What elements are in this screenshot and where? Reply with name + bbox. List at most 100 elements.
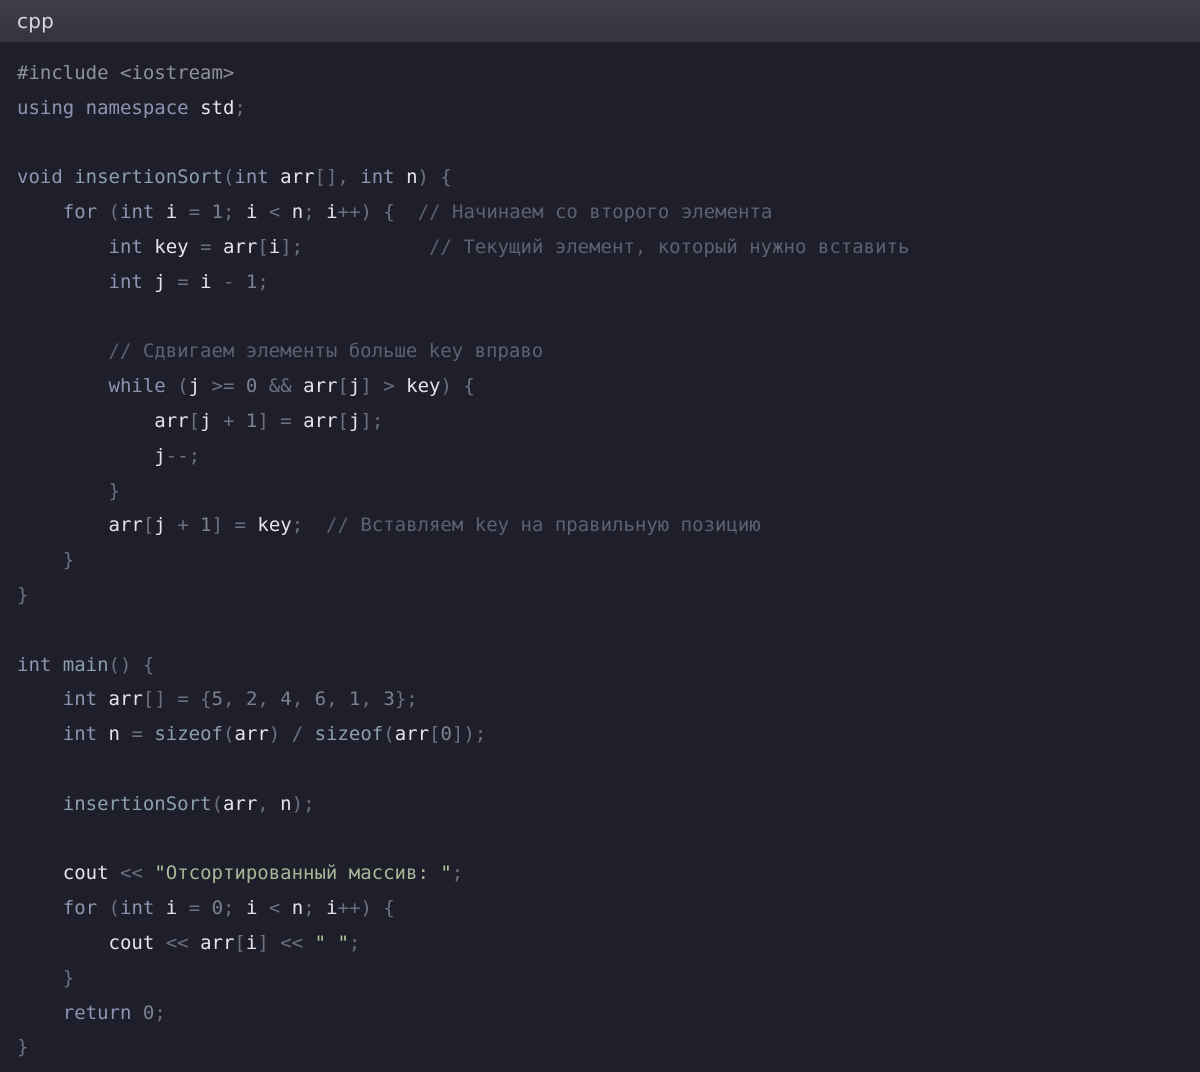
code-token: (: [383, 723, 395, 746]
code-token: 1: [245, 270, 258, 293]
code-token: ,: [257, 792, 269, 815]
code-token: n: [280, 792, 292, 815]
code-token: ): [417, 166, 429, 189]
code-token: return: [62, 1001, 132, 1024]
code-comment: // Сдвигаем элементы больше key вправо: [108, 340, 544, 363]
code-token: ,: [326, 688, 338, 711]
code-token: =: [234, 514, 246, 537]
code-line: int key = arr[i]; // Текущий элемент, ко…: [17, 230, 1200, 265]
code-token: ++: [337, 201, 361, 224]
code-token: int: [62, 723, 98, 746]
code-token: i: [165, 201, 178, 224]
code-token: j: [188, 375, 201, 398]
code-token: =: [177, 688, 189, 711]
code-token: <<: [165, 931, 189, 954]
code-token: /: [291, 723, 304, 746]
code-token: =: [280, 409, 292, 432]
code-token: int: [120, 201, 155, 224]
code-token: ,: [360, 688, 372, 711]
code-token: ;: [348, 931, 361, 954]
code-token: arr: [222, 235, 258, 258]
code-token: ): [360, 201, 372, 224]
code-token: [: [142, 514, 155, 537]
code-token: =: [188, 201, 201, 224]
code-token: <: [268, 201, 281, 224]
code-token: arr: [234, 723, 269, 746]
code-token: (: [222, 166, 235, 189]
code-line: for (int i = 1; i < n; i++) { // Начинае…: [17, 195, 1200, 230]
code-token: ++: [337, 897, 361, 920]
code-token: n: [291, 897, 304, 920]
code-token: =: [188, 897, 201, 920]
code-token: n: [406, 166, 418, 189]
code-token: >: [383, 375, 395, 398]
code-line: arr[j + 1] = key; // Вставляем key на пр…: [17, 508, 1200, 543]
code-token: }: [17, 583, 29, 606]
code-token: arr: [154, 409, 189, 432]
code-token: ];: [280, 235, 304, 258]
code-token: ]: [257, 931, 269, 954]
code-token: );: [291, 792, 315, 815]
code-token: ): [268, 723, 281, 746]
code-token: 0: [211, 897, 224, 920]
code-token: j: [348, 375, 361, 398]
code-token: i: [268, 235, 281, 258]
code-token: --: [165, 444, 189, 467]
code-line: // Сдвигаем элементы больше key вправо: [17, 334, 1200, 369]
code-token: arr: [108, 688, 143, 711]
code-token: (: [211, 792, 223, 815]
code-content[interactable]: #include <iostream> using namespace std; …: [17, 56, 1200, 1065]
code-token: {: [440, 166, 452, 189]
code-token: [: [188, 409, 201, 432]
code-token: cout: [108, 931, 155, 954]
code-token: &&: [268, 375, 292, 398]
code-token: 6: [314, 688, 327, 711]
code-token: 0: [245, 375, 258, 398]
code-token: ];: [360, 409, 384, 432]
code-token: {: [142, 653, 155, 676]
code-token: " ": [314, 931, 349, 954]
code-token: {: [383, 201, 395, 224]
code-token: ;: [223, 201, 235, 224]
code-token: void: [17, 166, 63, 189]
code-token: (): [108, 653, 132, 676]
code-token: };: [394, 688, 418, 711]
code-token: }: [62, 966, 75, 989]
code-token: n: [108, 723, 120, 746]
code-token: int: [360, 166, 395, 189]
code-token: sizeof: [154, 723, 223, 746]
